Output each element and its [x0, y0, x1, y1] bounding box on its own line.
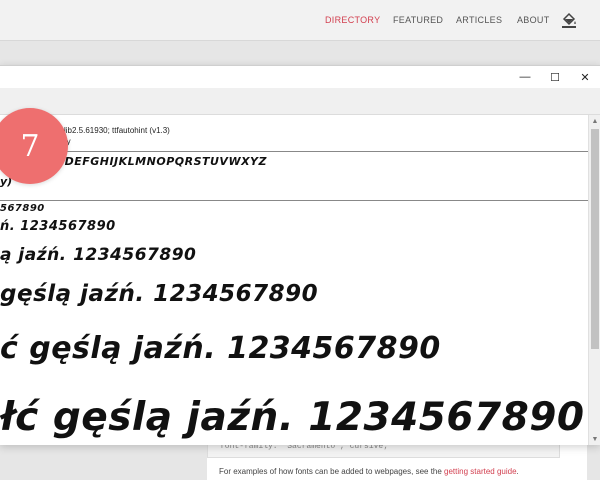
- scroll-down-icon[interactable]: ▼: [589, 433, 600, 445]
- vertical-scrollbar[interactable]: ▲ ▼: [588, 115, 600, 445]
- sample-size-6: łć gęślą jaźń. 1234567890: [0, 395, 585, 440]
- sample-size-3: ą jaźń. 1234567890: [0, 245, 197, 265]
- sample-size-1: 567890: [0, 203, 45, 214]
- sample-size-2: ń. 1234567890: [0, 219, 116, 234]
- nav-about[interactable]: ABOUT: [517, 15, 550, 25]
- maximize-button[interactable]: ☐: [540, 66, 570, 88]
- scroll-up-icon[interactable]: ▲: [589, 115, 600, 127]
- nav-directory[interactable]: DIRECTORY: [325, 15, 380, 25]
- minimize-button[interactable]: —: [510, 66, 540, 88]
- font-preview: lib2.5.61930; ttfautohint (v1.3) ry CDEF…: [0, 115, 588, 445]
- getting-started-link[interactable]: getting started guide: [444, 467, 517, 476]
- font-version: lib2.5.61930; ttfautohint (v1.3): [64, 126, 170, 135]
- nav-featured[interactable]: FEATURED: [393, 15, 443, 25]
- window-titlebar[interactable]: — ☐ ✕: [0, 66, 600, 88]
- sample-size-4: gęślą jaźń. 1234567890: [0, 281, 319, 307]
- examples-text: For examples of how fonts can be added t…: [219, 467, 519, 476]
- examples-end: .: [516, 467, 519, 476]
- scroll-thumb[interactable]: [591, 129, 599, 349]
- viewer-toolbar: [0, 88, 600, 115]
- nav-articles[interactable]: ARTICLES: [456, 15, 502, 25]
- font-viewer-window: — ☐ ✕ lib2.5.61930; ttfautohint (v1.3) r…: [0, 65, 600, 445]
- site-header: DIRECTORY FEATURED ARTICLES ABOUT: [0, 0, 600, 41]
- divider: [0, 200, 588, 201]
- divider: [0, 151, 588, 152]
- sample-size-5: ć gęślą jaźń. 1234567890: [0, 331, 441, 366]
- close-button[interactable]: ✕: [570, 66, 600, 88]
- paint-bucket-icon[interactable]: [561, 12, 577, 28]
- examples-lead: For examples of how fonts can be added t…: [219, 467, 445, 476]
- charset-uppercase: CDEFGHIJKLMNOPQRSTUVWXYZ: [56, 155, 267, 168]
